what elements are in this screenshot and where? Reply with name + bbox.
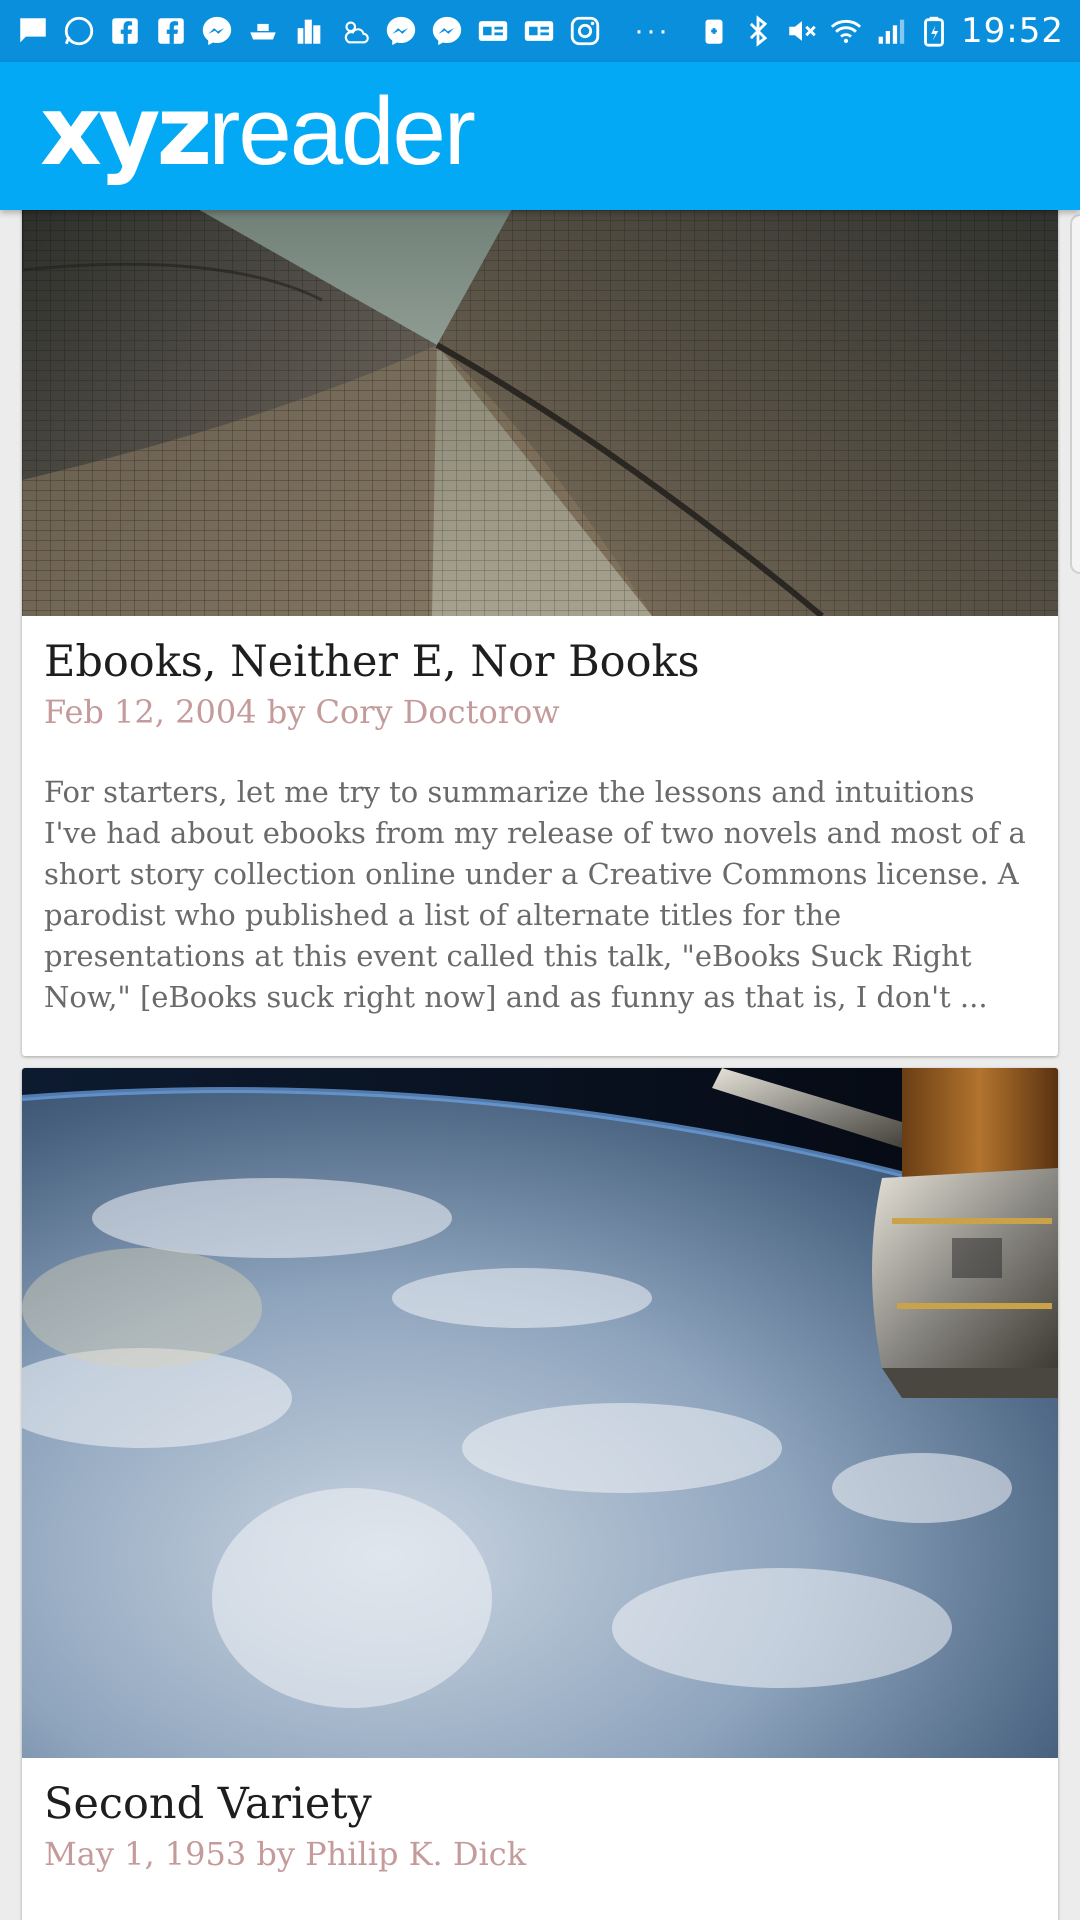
system-icons: 19:52 xyxy=(697,11,1064,51)
weather-icon xyxy=(338,14,372,48)
signal-icon xyxy=(873,14,907,48)
article-title: Second Variety xyxy=(44,1779,372,1829)
battery-icon xyxy=(917,14,951,48)
wifi-icon xyxy=(829,14,863,48)
app-logo: xyzreader xyxy=(40,75,476,187)
article-card[interactable]: Second Variety May 1, 1953 by Philip K. … xyxy=(22,1068,1058,1920)
article-title: Ebooks, Neither E, Nor Books xyxy=(44,637,700,687)
more-notifications-indicator: ··· xyxy=(634,14,670,47)
facebook-icon xyxy=(154,14,188,48)
article-byline: May 1, 1953 by Philip K. Dick xyxy=(44,1835,527,1873)
app-bar: xyzreader xyxy=(0,62,1080,210)
instagram-icon xyxy=(568,14,602,48)
messenger-icon xyxy=(430,14,464,48)
messenger-icon xyxy=(384,14,418,48)
boat-icon xyxy=(246,14,280,48)
article-thumbnail xyxy=(22,210,1058,616)
scrollbar[interactable] xyxy=(1070,214,1080,574)
clock: 19:52 xyxy=(961,11,1064,51)
messenger-icon xyxy=(200,14,234,48)
article-card[interactable]: Ebooks, Neither E, Nor Books Feb 12, 200… xyxy=(22,210,1058,1056)
article-body: Ebooks, Neither E, Nor Books Feb 12, 200… xyxy=(22,616,1058,1018)
city-icon xyxy=(292,14,326,48)
status-bar: ··· 19:52 xyxy=(0,0,1080,62)
ge-icon xyxy=(522,14,556,48)
article-body: Second Variety May 1, 1953 by Philip K. … xyxy=(22,1758,1058,1876)
facebook-icon xyxy=(108,14,142,48)
article-excerpt: For starters, let me try to summarize th… xyxy=(44,775,1026,1014)
notification-icons: ··· xyxy=(16,14,670,48)
bluetooth-icon xyxy=(741,14,775,48)
ge-icon xyxy=(476,14,510,48)
message-icon xyxy=(16,14,50,48)
logo-light-text: reader xyxy=(208,78,475,185)
battery-saver-icon xyxy=(697,14,731,48)
article-byline: Feb 12, 2004 by Cory Doctorow xyxy=(44,693,560,731)
mute-icon xyxy=(785,14,819,48)
article-list[interactable]: Ebooks, Neither E, Nor Books Feb 12, 200… xyxy=(0,210,1080,1920)
whatsapp-icon xyxy=(62,14,96,48)
article-thumbnail xyxy=(22,1068,1058,1758)
logo-bold-text: xyz xyxy=(40,75,212,187)
